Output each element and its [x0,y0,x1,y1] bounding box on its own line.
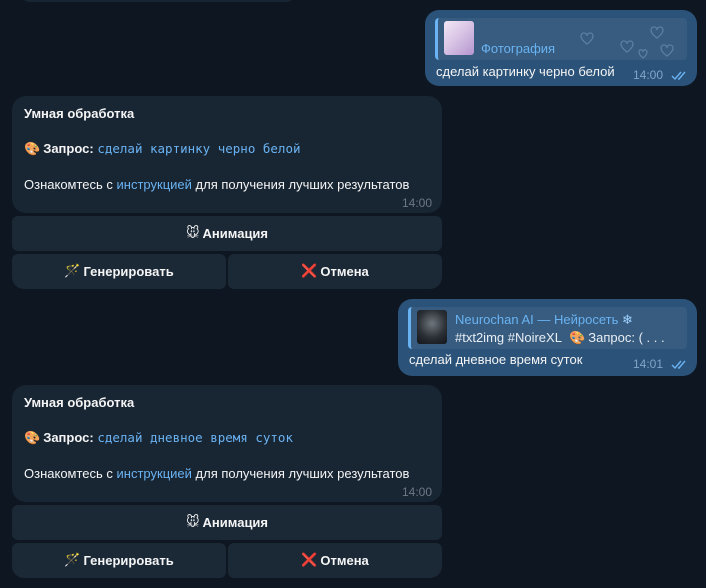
animation-label: Анимация [202,515,269,530]
animation-button[interactable]: 🐭 Анимация [12,216,442,251]
query-label: Запрос: [43,141,94,156]
query-value: сделай дневное время суток [97,430,293,445]
red-cross-icon: ❌ [301,553,318,568]
outgoing-message[interactable]: Neurochan AI — Нейросеть ❄ #txt2img #Noi… [398,299,697,376]
dark-portrait-thumb-icon [417,310,447,344]
message-time: 14:00 [633,68,664,82]
generate-label: Генерировать [83,553,174,568]
incoming-message[interactable]: Умная обработка 🎨 Запрос: сделай картинку… [12,96,442,213]
reply-tags: #txt2img #NoireXL [455,330,562,345]
generate-label: Генерировать [83,264,174,279]
mouse-icon: 🐭 [185,515,200,530]
magic-wand-icon: 🪄 [64,264,81,279]
outgoing-message[interactable]: Фотография сделай картинку черно белой 1… [425,10,697,86]
reply-query: Запрос: ( . . . [588,330,665,345]
message-text: сделай дневное время суток [409,352,583,367]
message-text: сделай картинку черно белой [436,64,615,79]
hearts-pattern-icon [580,26,674,59]
cancel-label: Отмена [320,553,369,568]
info-line: Ознакомтесь с инструкцией для получения … [24,466,409,481]
message-time: 14:00 [402,196,433,210]
message-time: 14:01 [633,357,664,371]
previous-message-stub [20,0,296,2]
red-cross-icon: ❌ [301,264,318,279]
query-line: 🎨 Запрос: сделай картинку черно белой [24,141,301,157]
reply-title: Фотография [481,41,556,56]
anime-photo-thumb-icon [444,21,474,55]
info-line: Ознакомтесь с инструкцией для получения … [24,177,409,192]
reply-text: #txt2img #NoireXL 🎨 Запрос: ( . . . [455,330,665,346]
cancel-button[interactable]: ❌ Отмена [228,543,442,578]
palette-icon: 🎨 [569,331,586,346]
message-heading: Умная обработка [24,106,135,121]
animation-label: Анимация [202,226,269,241]
query-line: 🎨 Запрос: сделай дневное время суток [24,430,293,446]
instruction-link[interactable]: инструкцией [117,466,192,481]
incoming-message[interactable]: Умная обработка 🎨 Запрос: сделай дневное … [12,385,442,502]
snowflake-icon: ❄ [622,313,633,328]
info-prefix: Ознакомтесь с [24,466,117,481]
reply-title: Neurochan AI — Нейросеть ❄ [455,312,636,328]
mouse-icon: 🐭 [185,226,200,241]
message-time: 14:00 [402,485,433,499]
query-label: Запрос: [43,430,94,445]
read-double-check-icon [671,71,686,81]
reply-preview[interactable]: Фотография [435,18,687,60]
magic-wand-icon: 🪄 [64,553,81,568]
generate-button[interactable]: 🪄 Генерировать [12,254,226,289]
cancel-label: Отмена [320,264,369,279]
query-value: сделай картинку черно белой [97,141,301,156]
instruction-link[interactable]: инструкцией [117,177,192,192]
palette-icon: 🎨 [24,142,41,157]
info-suffix: для получения лучших результатов [191,466,410,481]
palette-icon: 🎨 [24,431,41,446]
reply-title-text: Neurochan AI — Нейросеть [455,312,619,327]
reply-preview[interactable]: Neurochan AI — Нейросеть ❄ #txt2img #Noi… [408,307,687,349]
info-suffix: для получения лучших результатов [191,177,410,192]
cancel-button[interactable]: ❌ Отмена [228,254,442,289]
info-prefix: Ознакомтесь с [24,177,117,192]
message-heading: Умная обработка [24,395,135,410]
animation-button[interactable]: 🐭 Анимация [12,505,442,540]
generate-button[interactable]: 🪄 Генерировать [12,543,226,578]
read-double-check-icon [671,360,686,370]
